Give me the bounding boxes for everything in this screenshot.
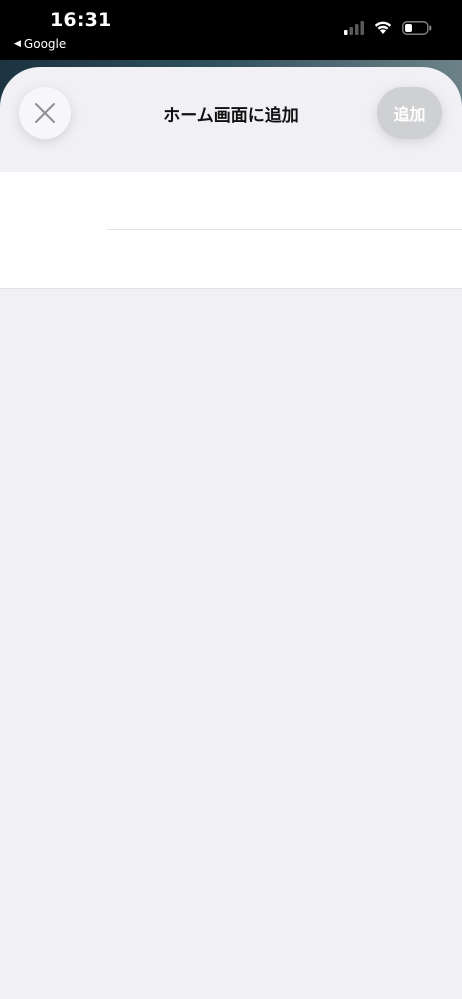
cellular-signal-icon [344, 20, 364, 35]
shortcut-url-row[interactable] [0, 229, 462, 286]
battery-icon [402, 20, 432, 35]
shortcut-form [0, 172, 462, 289]
add-button[interactable]: 追加 [377, 87, 442, 139]
back-arrow-icon: ◀ [14, 39, 21, 49]
status-bar: 16:31 ◀ Google [0, 0, 462, 60]
wifi-icon [374, 21, 392, 34]
status-time: 16:31 [50, 9, 112, 31]
add-to-home-screen-sheet: ホーム画面に追加 追加 [0, 67, 462, 999]
shortcut-name-row[interactable] [0, 172, 462, 229]
back-to-app-link[interactable]: ◀ Google [14, 37, 66, 51]
back-app-label: Google [23, 37, 67, 51]
status-icons [344, 20, 432, 35]
sheet-header: ホーム画面に追加 追加 [0, 67, 462, 172]
